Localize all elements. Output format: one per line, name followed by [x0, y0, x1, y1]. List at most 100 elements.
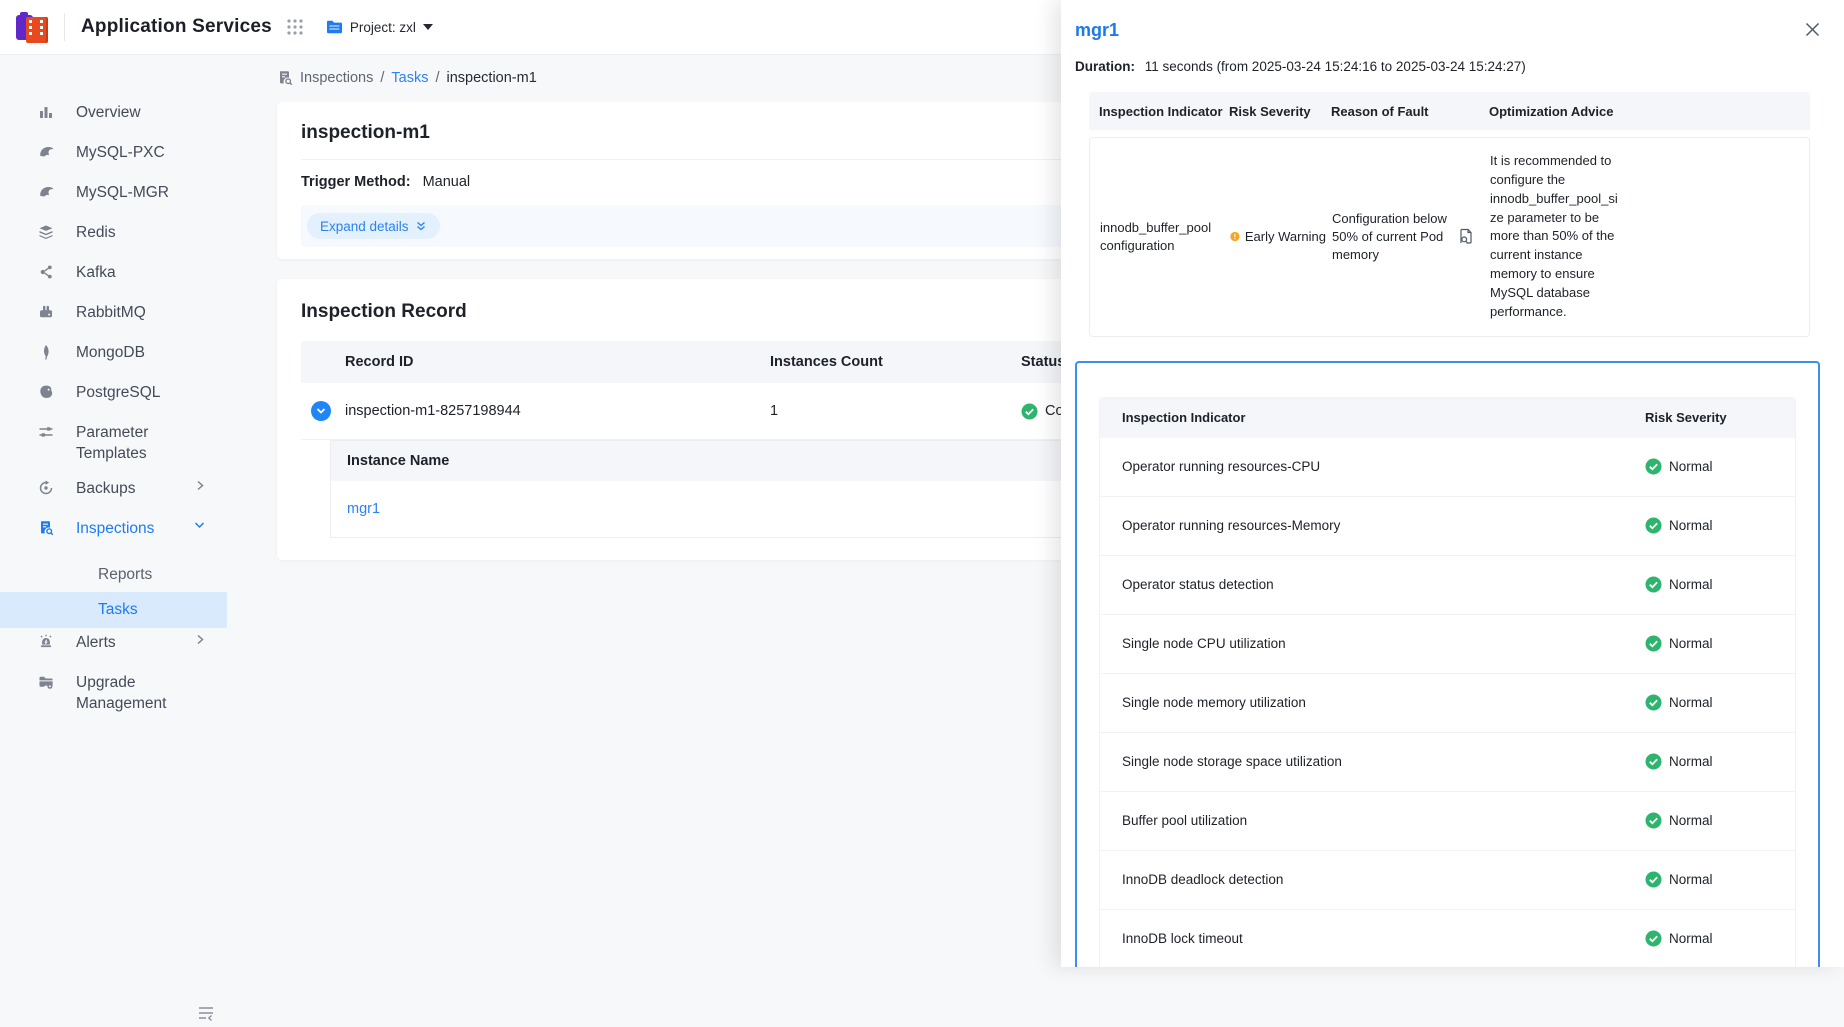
check-row: Single node memory utilization Normal: [1100, 674, 1795, 733]
check-row: Operator running resources-Memory Normal: [1100, 497, 1795, 556]
duration-label: Duration:: [1075, 59, 1135, 74]
col-optimization-advice: Optimization Advice: [1489, 104, 1617, 119]
project-label: Project: zxl: [350, 20, 416, 35]
double-chevron-down-icon: [415, 220, 427, 232]
col-instances-count: Instances Count: [770, 354, 1021, 370]
inspection-doc-icon: [277, 70, 293, 86]
check-row: InnoDB lock timeout Normal: [1100, 910, 1795, 967]
fault-indicator: innodb_buffer_pool configuration: [1100, 219, 1224, 254]
layers-icon: [38, 224, 54, 240]
drawer-title: mgr1: [1061, 0, 1844, 41]
col-risk-severity: Risk Severity: [1229, 104, 1325, 119]
breadcrumb-separator: /: [435, 70, 439, 86]
inspection-doc-icon: [38, 520, 54, 536]
fault-reason: Configuration below 50% of current Pod m…: [1332, 210, 1452, 263]
success-check-icon: [1645, 517, 1662, 534]
col-risk-severity: Risk Severity: [1645, 410, 1795, 425]
sidebar-item-parameter-templates[interactable]: Parameter Templates: [0, 422, 227, 478]
sidebar-item-alerts[interactable]: Alerts: [0, 632, 227, 672]
dolphin-icon: [38, 184, 54, 200]
bar-chart-icon: [38, 104, 54, 120]
chevron-down-icon: [194, 520, 205, 530]
fault-severity: Early Warning: [1245, 228, 1326, 246]
expand-details-button[interactable]: Expand details: [307, 213, 440, 239]
fault-advice: It is recommended to configure the innod…: [1490, 152, 1618, 322]
success-check-icon: [1645, 694, 1662, 711]
check-results-panel: Inspection Indicator Risk Severity Opera…: [1075, 361, 1820, 967]
col-inspection-indicator: Inspection Indicator: [1099, 104, 1223, 119]
success-check-icon: [1645, 930, 1662, 947]
check-row: Single node CPU utilization Normal: [1100, 615, 1795, 674]
fault-table: Inspection Indicator Risk Severity Reaso…: [1089, 92, 1810, 337]
rabbitmq-icon: [38, 304, 54, 320]
instances-count-value: 1: [770, 403, 1021, 419]
fault-row: innodb_buffer_pool configuration Early W…: [1089, 137, 1810, 337]
breadcrumb-inspections[interactable]: Inspections: [300, 70, 373, 86]
sidebar: Overview MySQL-PXC MySQL-MGR Redis Kafka…: [0, 55, 227, 967]
trigger-method-label: Trigger Method:: [301, 174, 411, 190]
row-expander-button[interactable]: [311, 401, 331, 421]
success-check-icon: [1645, 812, 1662, 829]
check-row: Single node storage space utilization No…: [1100, 733, 1795, 792]
sidebar-item-postgresql[interactable]: PostgreSQL: [0, 382, 227, 422]
header-divider: [64, 13, 65, 41]
sidebar-item-mysql-mgr[interactable]: MySQL-MGR: [0, 182, 227, 222]
warning-icon: [1230, 229, 1240, 244]
success-check-icon: [1021, 403, 1038, 420]
app-grid-icon[interactable]: [286, 18, 304, 36]
sidebar-item-reports[interactable]: Reports: [0, 558, 227, 592]
col-inspection-indicator: Inspection Indicator: [1122, 410, 1645, 425]
sliders-icon: [38, 424, 54, 440]
check-table: Inspection Indicator Risk Severity Opera…: [1099, 397, 1796, 967]
alarm-icon: [38, 634, 54, 650]
sidebar-item-rabbitmq[interactable]: RabbitMQ: [0, 302, 227, 342]
col-record-id: Record ID: [345, 354, 770, 370]
chevron-right-icon: [195, 480, 205, 491]
leaf-icon: [38, 344, 54, 360]
folder-gear-icon: [38, 674, 54, 690]
sidebar-item-mysql-pxc[interactable]: MySQL-PXC: [0, 142, 227, 182]
trigger-method-value: Manual: [423, 174, 471, 190]
check-table-header: Inspection Indicator Risk Severity: [1100, 398, 1795, 438]
app-logo-icon[interactable]: [14, 9, 50, 45]
sidebar-item-redis[interactable]: Redis: [0, 222, 227, 262]
success-check-icon: [1645, 871, 1662, 888]
sidebar-item-mongodb[interactable]: MongoDB: [0, 342, 227, 382]
sidebar-item-backups[interactable]: Backups: [0, 478, 227, 518]
close-icon[interactable]: [1805, 22, 1820, 42]
sidebar-item-inspections[interactable]: Inspections: [0, 518, 227, 558]
success-check-icon: [1645, 635, 1662, 652]
check-row: Buffer pool utilization Normal: [1100, 792, 1795, 851]
project-folder-icon: [326, 20, 343, 34]
check-row: Operator running resources-CPU Normal: [1100, 438, 1795, 497]
col-reason-of-fault: Reason of Fault: [1331, 104, 1451, 119]
duration-value: 11 seconds (from 2025-03-24 15:24:16 to …: [1145, 59, 1526, 74]
success-check-icon: [1645, 458, 1662, 475]
sidebar-item-upgrade-management[interactable]: Upgrade Management: [0, 672, 227, 728]
chevron-down-icon: [316, 407, 326, 415]
check-row: InnoDB deadlock detection Normal: [1100, 851, 1795, 910]
record-id-value: inspection-m1-8257198944: [345, 403, 770, 419]
check-row: Operator status detection Normal: [1100, 556, 1795, 615]
project-selector[interactable]: Project: zxl: [326, 20, 433, 35]
fault-table-header: Inspection Indicator Risk Severity Reaso…: [1089, 92, 1810, 130]
breadcrumb-current: inspection-m1: [447, 70, 537, 86]
instance-mgr1-link[interactable]: mgr1: [347, 501, 380, 517]
sidebar-collapse-icon[interactable]: [196, 1006, 216, 1027]
sidebar-item-tasks[interactable]: Tasks: [0, 592, 227, 628]
breadcrumb-tasks-link[interactable]: Tasks: [391, 70, 428, 86]
sidebar-item-overview[interactable]: Overview: [0, 102, 227, 142]
view-report-icon[interactable]: [1458, 228, 1484, 245]
success-check-icon: [1645, 576, 1662, 593]
instance-detail-drawer: mgr1 Duration: 11 seconds (from 2025-03-…: [1061, 0, 1844, 967]
chevron-right-icon: [195, 634, 205, 645]
sidebar-item-kafka[interactable]: Kafka: [0, 262, 227, 302]
elephant-icon: [38, 384, 54, 400]
project-caret-icon: [423, 24, 433, 30]
backup-restore-icon: [38, 480, 54, 496]
dolphin-icon: [38, 144, 54, 160]
success-check-icon: [1645, 753, 1662, 770]
breadcrumb-separator: /: [380, 70, 384, 86]
kafka-icon: [38, 264, 54, 280]
app-title: Application Services: [81, 16, 272, 38]
